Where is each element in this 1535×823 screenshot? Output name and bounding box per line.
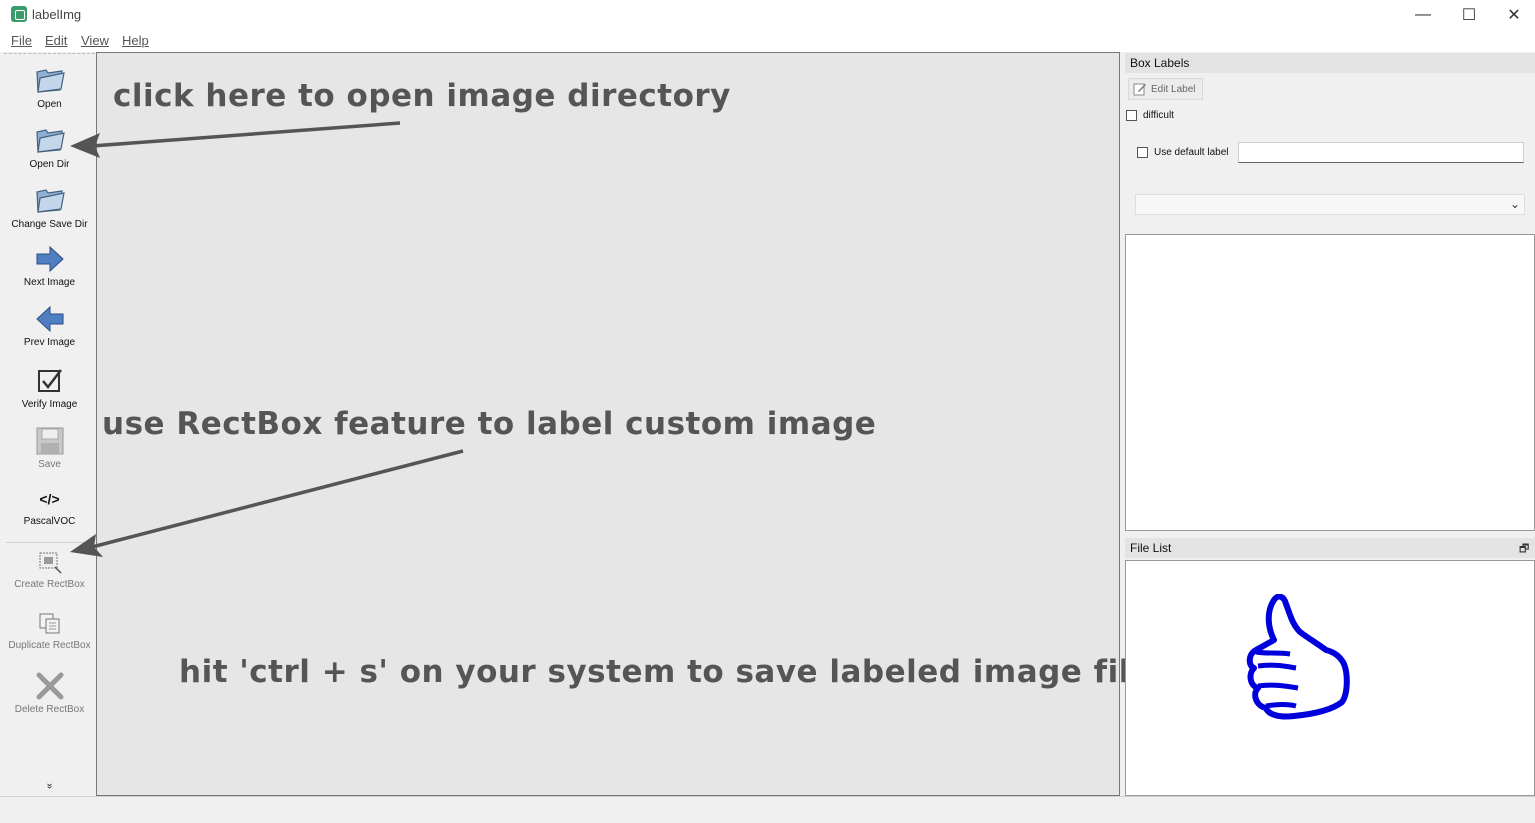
difficult-label: difficult — [1143, 110, 1174, 121]
label-combo-box[interactable]: ⌄ — [1135, 194, 1525, 215]
default-label-input[interactable] — [1238, 142, 1524, 163]
difficult-checkbox[interactable] — [1126, 110, 1137, 121]
chevron-down-icon: ⌄ — [1509, 197, 1520, 211]
box-labels-title: Box Labels — [1125, 53, 1535, 73]
float-dock-icon[interactable]: 🗗 — [1519, 540, 1529, 559]
status-bar — [0, 796, 1535, 823]
arrow-to-create-rectbox — [70, 449, 464, 557]
use-default-label-checkbox[interactable] — [1137, 147, 1148, 158]
label-list[interactable] — [1125, 234, 1535, 531]
edit-pencil-icon — [1133, 83, 1146, 96]
file-list-title: File List — [1125, 538, 1535, 558]
edit-label-text: Edit Label — [1151, 83, 1196, 95]
arrow-to-open-dir — [70, 121, 401, 158]
use-default-label-text: Use default label — [1154, 147, 1229, 158]
thumbs-up-icon — [1246, 594, 1350, 720]
edit-label-button[interactable]: Edit Label — [1128, 78, 1203, 100]
